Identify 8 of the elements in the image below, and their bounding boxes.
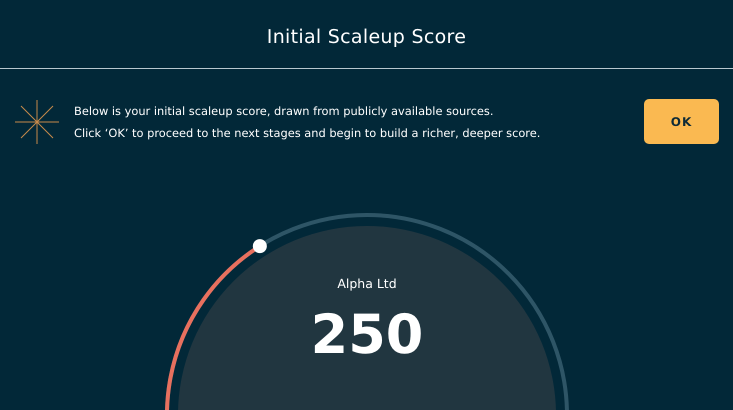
page-title: Initial Scaleup Score [266,25,466,48]
ok-button[interactable]: OK [644,99,719,144]
notice-text: Click ‘OK’ to proceed to the next stages and begin to build a richer, deeper score. [74,124,542,142]
gauge-thumb[interactable] [252,239,267,254]
score-value: 250 [310,303,424,366]
notice-text: Below is your initial scaleup score, drawn from publicly available sources. [74,102,494,120]
company-name: Alpha Ltd [336,276,398,291]
sparkle-icon [15,100,59,144]
